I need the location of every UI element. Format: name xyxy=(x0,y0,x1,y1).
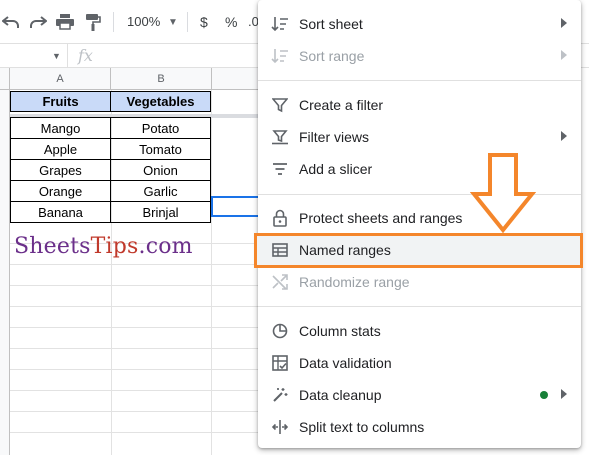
fx-icon: fx xyxy=(78,46,93,65)
column-header-b[interactable]: B xyxy=(111,68,212,90)
table-cell[interactable]: Potato xyxy=(110,117,211,139)
submenu-arrow-icon xyxy=(561,50,567,60)
header-cell-vegetables[interactable]: Vegetables xyxy=(110,91,211,112)
redo-icon[interactable] xyxy=(27,11,49,33)
magic-wand-icon xyxy=(271,386,289,404)
slicer-icon xyxy=(271,160,289,178)
menu-item-sort-range: Sort range xyxy=(258,40,581,72)
table-cell[interactable]: Orange xyxy=(10,180,111,202)
shuffle-icon xyxy=(271,273,289,291)
menu-item-named-ranges[interactable]: Named ranges xyxy=(258,234,581,266)
name-box-dropdown-icon[interactable]: ▼ xyxy=(52,51,61,61)
submenu-arrow-icon xyxy=(561,131,567,141)
watermark-text-sheets: Sheets xyxy=(14,234,91,259)
toolbar-divider xyxy=(113,12,114,32)
sort-icon xyxy=(271,47,289,65)
split-columns-icon xyxy=(271,418,289,436)
lock-icon xyxy=(271,209,289,227)
watermark-text-tips: Tips xyxy=(90,234,139,259)
table-cell[interactable]: Garlic xyxy=(110,180,211,202)
table-cell[interactable]: Mango xyxy=(10,117,111,139)
menu-divider xyxy=(258,80,581,81)
grid-line xyxy=(211,90,212,455)
menu-item-label: Add a slicer xyxy=(299,161,373,177)
grid-line xyxy=(10,432,260,433)
selected-cell[interactable] xyxy=(211,196,261,217)
grid-line xyxy=(10,306,260,307)
column-stats-icon xyxy=(271,322,289,340)
new-feature-dot xyxy=(540,391,548,399)
menu-item-filter-views[interactable]: Filter views xyxy=(258,121,581,153)
menu-item-label: Create a filter xyxy=(299,97,384,113)
pointer-arrow-icon xyxy=(470,153,536,234)
data-validation-icon xyxy=(271,354,289,372)
menu-item-label: Column stats xyxy=(299,323,381,339)
row-header-gutter[interactable] xyxy=(0,90,10,455)
column-header-a[interactable]: A xyxy=(10,68,111,90)
grid-line xyxy=(10,369,260,370)
format-percent-button[interactable]: % xyxy=(225,14,237,30)
menu-item-data-cleanup[interactable]: Data cleanup xyxy=(258,379,581,411)
menu-item-split-text[interactable]: Split text to columns xyxy=(258,411,581,443)
menu-item-label: Named ranges xyxy=(299,242,391,258)
table-cell[interactable]: Brinjal xyxy=(110,201,211,223)
filter-icon xyxy=(271,96,289,114)
menu-item-label: Split text to columns xyxy=(299,419,425,435)
watermark-logo: SheetsTips.com xyxy=(14,234,193,259)
submenu-arrow-icon xyxy=(561,18,567,28)
menu-item-label: Randomize range xyxy=(299,274,410,290)
menu-item-data-validation[interactable]: Data validation xyxy=(258,347,581,379)
print-icon[interactable] xyxy=(54,11,76,33)
named-ranges-icon xyxy=(271,241,289,259)
grid-line xyxy=(10,327,260,328)
filter-views-icon xyxy=(271,128,289,146)
table-cell[interactable]: Onion xyxy=(110,159,211,181)
grid-line xyxy=(10,411,260,412)
format-currency-button[interactable]: $ xyxy=(200,14,208,30)
menu-item-label: Sort range xyxy=(299,48,365,64)
name-box[interactable]: ▼ xyxy=(0,44,68,68)
select-all-corner[interactable] xyxy=(0,68,10,90)
menu-item-randomize-range: Randomize range xyxy=(258,266,581,298)
toolbar-divider xyxy=(187,12,188,32)
table-cell[interactable]: Apple xyxy=(10,138,111,160)
grid-line xyxy=(10,285,260,286)
menu-item-label: Data cleanup xyxy=(299,387,382,403)
menu-item-column-stats[interactable]: Column stats xyxy=(258,315,581,347)
table-cell[interactable]: Grapes xyxy=(10,159,111,181)
menu-divider xyxy=(258,306,581,307)
undo-icon[interactable] xyxy=(0,11,22,33)
menu-item-sort-sheet[interactable]: Sort sheet xyxy=(258,8,581,40)
grid-line xyxy=(10,264,260,265)
menu-item-label: Sort sheet xyxy=(299,16,363,32)
menu-item-label: Filter views xyxy=(299,129,370,145)
header-cell-fruits[interactable]: Fruits xyxy=(10,91,111,112)
grid-line xyxy=(10,348,260,349)
table-cell[interactable]: Tomato xyxy=(110,138,211,160)
zoom-select[interactable]: 100% xyxy=(127,14,160,29)
menu-item-label: Data validation xyxy=(299,355,392,371)
table-cell[interactable]: Banana xyxy=(10,201,111,223)
sort-icon xyxy=(271,15,289,33)
menu-item-label: Protect sheets and ranges xyxy=(299,210,463,226)
watermark-text-domain: .com xyxy=(138,234,193,259)
paint-format-icon[interactable] xyxy=(82,11,104,33)
menu-item-create-filter[interactable]: Create a filter xyxy=(258,89,581,121)
grid-line xyxy=(10,390,260,391)
submenu-arrow-icon xyxy=(561,389,567,399)
column-header-c[interactable] xyxy=(212,68,262,90)
zoom-dropdown-icon[interactable]: ▼ xyxy=(162,11,184,33)
